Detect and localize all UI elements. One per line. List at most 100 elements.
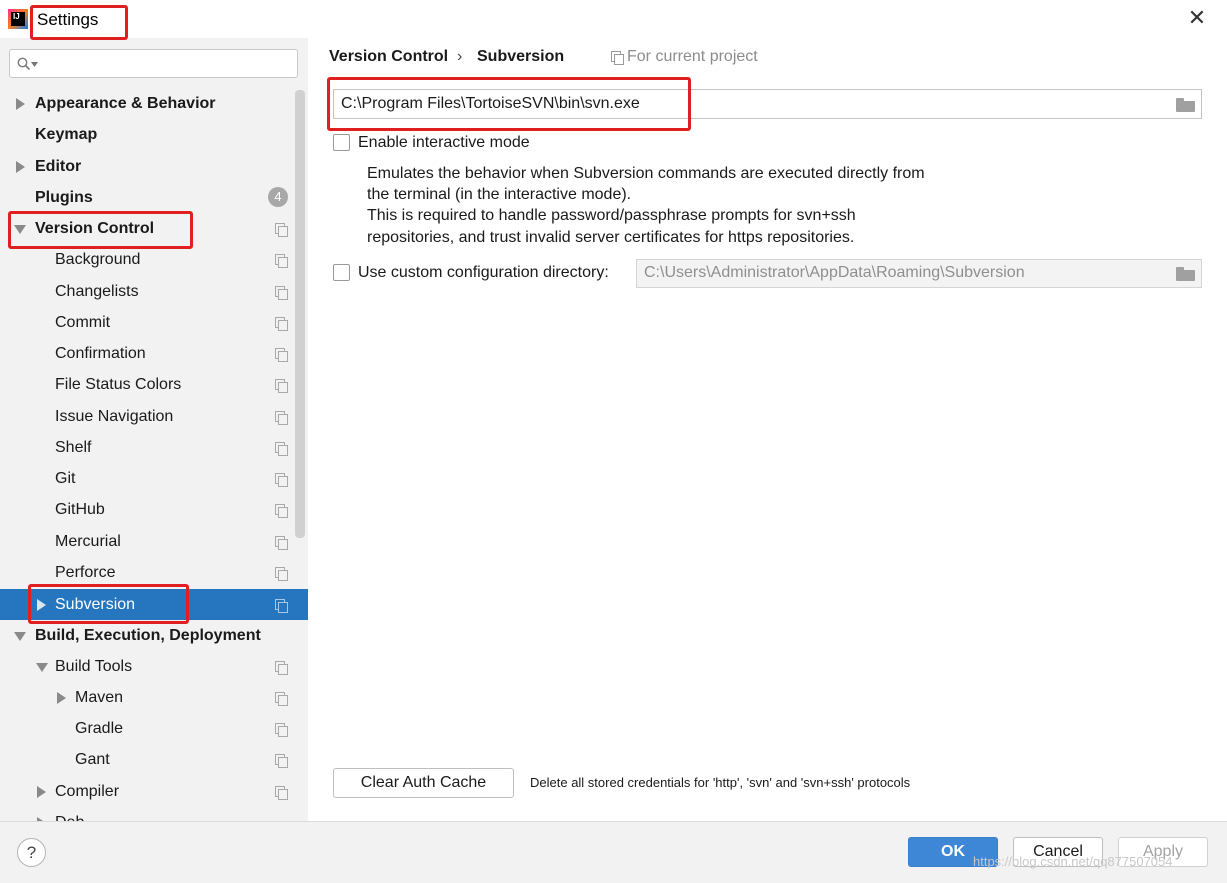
browse-folder-icon[interactable] xyxy=(1176,267,1195,281)
sidebar-item-label: Build, Execution, Deployment xyxy=(35,627,261,644)
sidebar-item-changelists[interactable]: Changelists xyxy=(0,276,308,307)
sidebar-item-label: Changelists xyxy=(55,283,139,300)
sidebar-item-label: Build Tools xyxy=(55,658,133,675)
sidebar-item-label: Perforce xyxy=(55,564,116,581)
sidebar-item-label: Keymap xyxy=(35,126,98,143)
breadcrumb-separator-icon: › xyxy=(457,48,463,65)
search-input[interactable] xyxy=(9,49,298,78)
breadcrumb-parent[interactable]: Version Control xyxy=(329,48,448,66)
intellij-app-icon: IJ xyxy=(8,9,28,29)
sidebar-item-label: File Status Colors xyxy=(55,376,182,393)
custom-config-dir-field[interactable]: C:\Users\Administrator\AppData\Roaming\S… xyxy=(636,259,1202,288)
enable-interactive-mode-checkbox[interactable] xyxy=(333,134,350,151)
sidebar-item-label: Mercurial xyxy=(55,533,121,550)
sidebar-item-label: Deb xyxy=(55,807,84,821)
sidebar-item-issue-navigation[interactable]: Issue Navigation xyxy=(0,401,308,432)
sidebar-item-label: Maven xyxy=(75,689,124,706)
sidebar-item-build-execution-deployment[interactable]: Build, Execution, Deployment xyxy=(0,620,308,651)
sidebar-item-plugins[interactable]: Plugins 4 xyxy=(0,182,308,213)
svn-executable-path-value[interactable]: C:\Program Files\TortoiseSVN\bin\svn.exe xyxy=(341,95,640,113)
project-scope-icon xyxy=(275,661,288,675)
sidebar-item-keymap[interactable]: Keymap xyxy=(0,119,308,150)
sidebar-item-file-status-colors[interactable]: File Status Colors xyxy=(0,369,308,400)
sidebar-item-label: Version Control xyxy=(35,220,155,237)
collapse-arrow-icon[interactable] xyxy=(14,225,26,234)
project-scope-icon xyxy=(275,348,288,362)
project-scope-icon xyxy=(275,786,288,800)
sidebar-item-git[interactable]: Git xyxy=(0,463,308,494)
sidebar-item-perforce[interactable]: Perforce xyxy=(0,557,308,588)
use-custom-config-dir-checkbox[interactable] xyxy=(333,264,350,281)
sidebar-item-debugger[interactable]: Deb xyxy=(0,807,308,821)
sidebar-item-confirmation[interactable]: Confirmation xyxy=(0,338,308,369)
sidebar-item-mercurial[interactable]: Mercurial xyxy=(0,526,308,557)
sidebar-item-label: Compiler xyxy=(55,783,120,800)
project-scope-icon xyxy=(275,536,288,550)
sidebar-item-label: GitHub xyxy=(55,501,105,518)
search-options-icon xyxy=(31,62,38,67)
sidebar-item-label: Gradle xyxy=(75,720,124,737)
expand-arrow-icon[interactable] xyxy=(57,692,66,704)
sidebar-item-github[interactable]: GitHub xyxy=(0,494,308,525)
expand-arrow-icon[interactable] xyxy=(16,98,25,110)
close-icon[interactable]: ✕ xyxy=(1185,6,1209,30)
interactive-mode-description: repositories, and trust invalid server c… xyxy=(367,229,855,246)
sidebar-item-label: Commit xyxy=(55,314,111,331)
project-scope-icon xyxy=(611,51,624,65)
sidebar-item-maven[interactable]: Maven xyxy=(0,682,308,713)
sidebar-item-commit[interactable]: Commit xyxy=(0,307,308,338)
project-scope-icon xyxy=(275,692,288,706)
help-button[interactable]: ? xyxy=(17,838,46,867)
sidebar-item-version-control[interactable]: Version Control xyxy=(0,213,308,244)
plugins-update-badge: 4 xyxy=(268,187,288,207)
browse-folder-icon[interactable] xyxy=(1176,98,1195,112)
sidebar-item-label: Subversion xyxy=(55,596,136,613)
sidebar-item-build-tools[interactable]: Build Tools xyxy=(0,651,308,682)
sidebar-item-label: Plugins xyxy=(35,189,93,206)
expand-arrow-icon[interactable] xyxy=(16,161,25,173)
title-bar: IJ Settings ✕ xyxy=(0,0,1227,38)
project-scope-icon xyxy=(275,254,288,268)
sidebar-item-label: Appearance & Behavior xyxy=(35,95,216,112)
collapse-arrow-icon[interactable] xyxy=(36,663,48,672)
sidebar-item-shelf[interactable]: Shelf xyxy=(0,432,308,463)
project-scope-icon xyxy=(275,223,288,237)
project-scope-icon xyxy=(275,442,288,456)
project-scope-icon xyxy=(275,567,288,581)
sidebar-item-appearance-behavior[interactable]: Appearance & Behavior xyxy=(0,88,308,119)
clear-auth-cache-button[interactable]: Clear Auth Cache xyxy=(333,768,514,798)
dialog-footer: ? OK Cancel Apply https://blog.csdn.net/… xyxy=(0,821,1227,883)
sidebar-item-background[interactable]: Background xyxy=(0,244,308,275)
svn-executable-path-field[interactable]: C:\Program Files\TortoiseSVN\bin\svn.exe xyxy=(333,89,1202,119)
sidebar-item-label: Issue Navigation xyxy=(55,408,174,425)
sidebar-item-gradle[interactable]: Gradle xyxy=(0,713,308,744)
enable-interactive-mode-label[interactable]: Enable interactive mode xyxy=(358,134,530,152)
sidebar-item-label: Gant xyxy=(75,751,110,768)
use-custom-config-dir-label[interactable]: Use custom configuration directory: xyxy=(358,264,609,282)
interactive-mode-description: the terminal (in the interactive mode). xyxy=(367,186,632,203)
watermark: https://blog.csdn.net/qq877507054 xyxy=(973,854,1173,869)
interactive-mode-description: This is required to handle password/pass… xyxy=(367,207,856,224)
breadcrumb-current: Subversion xyxy=(477,48,565,65)
clear-auth-cache-description: Delete all stored credentials for 'http'… xyxy=(530,775,911,790)
sidebar-item-label: Confirmation xyxy=(55,345,146,362)
project-scope-icon xyxy=(275,379,288,393)
interactive-mode-description: Emulates the behavior when Subversion co… xyxy=(367,165,925,182)
collapse-arrow-icon[interactable] xyxy=(14,632,26,641)
project-scope-icon xyxy=(275,286,288,300)
project-scope-icon xyxy=(275,411,288,425)
sidebar-item-subversion[interactable]: Subversion xyxy=(0,589,308,620)
sidebar-item-compiler[interactable]: Compiler xyxy=(0,776,308,807)
expand-arrow-icon[interactable] xyxy=(37,599,46,611)
custom-config-dir-value[interactable]: C:\Users\Administrator\AppData\Roaming\S… xyxy=(644,264,1025,282)
sidebar-item-label: Background xyxy=(55,251,141,268)
search-icon xyxy=(17,57,31,71)
settings-sidebar: Appearance & Behavior Keymap Editor Plug… xyxy=(0,38,308,821)
project-scope-icon xyxy=(275,317,288,331)
sidebar-item-editor[interactable]: Editor xyxy=(0,151,308,182)
window-title: Settings xyxy=(37,10,99,29)
expand-arrow-icon[interactable] xyxy=(37,786,46,798)
project-scope-icon xyxy=(275,504,288,518)
sidebar-item-label: Git xyxy=(55,470,76,487)
sidebar-item-gant[interactable]: Gant xyxy=(0,744,308,775)
